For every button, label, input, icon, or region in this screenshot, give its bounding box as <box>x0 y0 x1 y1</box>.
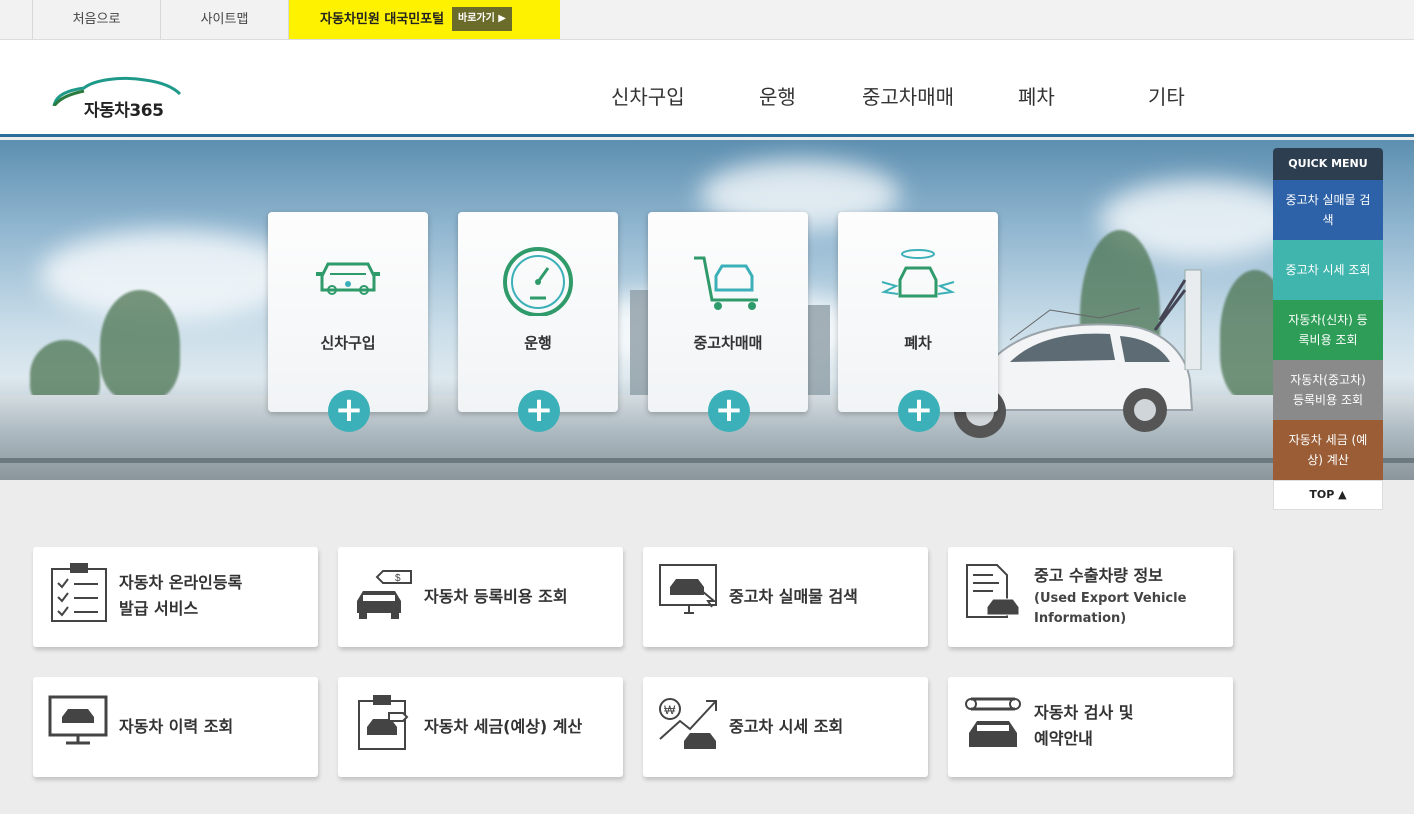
monitor-car-icon <box>48 695 108 745</box>
cloud-decoration <box>40 230 300 320</box>
won-trend-car-icon: ₩ <box>659 698 717 749</box>
banner-card-new-car[interactable]: 신차구입 + <box>268 212 428 432</box>
service-used-export-vehicle[interactable]: 중고 수출차량 정보 (Used Export Vehicle Informati… <box>948 547 1233 647</box>
card-label: 운행 <box>524 334 552 352</box>
tile-title: 자동차 이력 조회 <box>119 717 234 736</box>
angel-car-icon <box>880 249 956 298</box>
tile-title: 자동차 검사 및예약안내 <box>1034 700 1133 752</box>
svg-text:$: $ <box>395 573 401 584</box>
plus-icon[interactable]: + <box>518 390 560 432</box>
service-vehicle-inspection[interactable]: 자동차 검사 및예약안내 <box>948 677 1233 777</box>
svg-text:₩: ₩ <box>664 703 676 717</box>
home-link[interactable]: 처음으로 <box>32 0 160 39</box>
plus-icon[interactable]: + <box>708 390 750 432</box>
banner-card-scrap[interactable]: 폐차 + <box>838 212 998 432</box>
card-label: 폐차 <box>904 334 932 352</box>
card-label: 중고차매매 <box>693 334 763 352</box>
road-line-decoration <box>0 458 1414 463</box>
tile-title: 중고차 시세 조회 <box>729 717 844 736</box>
plus-icon[interactable]: + <box>898 390 940 432</box>
tile-title: 자동차 온라인등록발급 서비스 <box>119 570 242 622</box>
card-label: 신차구입 <box>320 334 376 352</box>
quick-menu-title: QUICK MENU <box>1273 148 1383 180</box>
tile-title-line2: 발급 서비스 <box>119 599 199 618</box>
tile-title: 중고 수출차량 정보 (Used Export Vehicle Informati… <box>1034 563 1233 629</box>
nav-driving[interactable]: 운행 <box>759 81 796 110</box>
quick-menu: QUICK MENU 중고차 실매물 검색 중고차 시세 조회 자동차(신차) … <box>1273 148 1383 510</box>
portal-banner[interactable]: 자동차민원 대국민포털 바로가기 ▶ <box>289 0 560 39</box>
cart-car-icon <box>694 256 758 310</box>
tile-title-line2: 예약안내 <box>1034 729 1093 748</box>
banner-card-used-car[interactable]: 중고차매매 + <box>648 212 808 432</box>
nav-new-car[interactable]: 신차구입 <box>611 81 685 110</box>
nav-used-car[interactable]: 중고차매매 <box>862 81 954 110</box>
top-button[interactable]: TOP ▲ <box>1273 480 1383 510</box>
quick-tax-calc[interactable]: 자동차 세금 (예상) 계산 <box>1273 420 1383 480</box>
quick-used-car-price[interactable]: 중고차 시세 조회 <box>1273 240 1383 300</box>
service-used-car-price[interactable]: ₩ 중고차 시세 조회 <box>643 677 928 777</box>
tile-title: 자동차 세금(예상) 계산 <box>424 717 583 736</box>
car-price-tag-icon: $ <box>357 570 412 619</box>
nav-scrap[interactable]: 폐차 <box>1018 81 1055 110</box>
site-logo[interactable]: 자동차365 <box>50 76 185 126</box>
logo-text: 자동차365 <box>84 101 164 121</box>
quick-used-car-search[interactable]: 중고차 실매물 검색 <box>1273 180 1383 240</box>
service-registration-cost[interactable]: $ 자동차 등록비용 조회 <box>338 547 623 647</box>
document-car-icon <box>966 564 1020 618</box>
utility-bar: 처음으로 사이트맵 자동차민원 대국민포털 바로가기 ▶ <box>0 0 1414 40</box>
nav-etc[interactable]: 기타 <box>1148 81 1185 110</box>
clipboard-car-tag-icon <box>358 695 409 750</box>
tile-title-line1: 중고 수출차량 정보 <box>1034 566 1163 585</box>
tile-title-line1: 자동차 검사 및 <box>1034 703 1134 722</box>
service-tax-calculation[interactable]: 자동차 세금(예상) 계산 <box>338 677 623 777</box>
new-car-icon <box>316 262 380 295</box>
plus-icon[interactable]: + <box>328 390 370 432</box>
service-vehicle-history[interactable]: 자동차 이력 조회 <box>33 677 318 777</box>
tree-decoration <box>100 290 180 400</box>
tile-title: 중고차 실매물 검색 <box>729 587 858 606</box>
tile-subtitle: (Used Export Vehicle Information) <box>1034 591 1187 626</box>
site-header: 자동차365 신차구입 운행 중고차매매 폐차 기타 <box>0 40 1414 137</box>
portal-go-button[interactable]: 바로가기 ▶ <box>452 7 512 31</box>
service-online-registration[interactable]: 자동차 온라인등록발급 서비스 <box>33 547 318 647</box>
hero-banner: 신차구입 + 운행 + 중고차매매 + 폐차 + <box>0 140 1414 480</box>
tile-title: 자동차 등록비용 조회 <box>424 587 568 606</box>
service-used-car-search[interactable]: 중고차 실매물 검색 <box>643 547 928 647</box>
wrench-car-icon <box>965 697 1021 747</box>
banner-card-driving[interactable]: 운행 + <box>458 212 618 432</box>
quick-used-car-reg-cost[interactable]: 자동차(중고차) 등록비용 조회 <box>1273 360 1383 420</box>
portal-label: 자동차민원 대국민포털 <box>320 12 445 27</box>
clipboard-checklist-icon <box>51 563 107 622</box>
monitor-car-search-icon <box>659 564 717 614</box>
sitemap-link[interactable]: 사이트맵 <box>160 0 289 39</box>
tile-title-line1: 자동차 온라인등록 <box>119 573 243 592</box>
quick-new-car-reg-cost[interactable]: 자동차(신차) 등록비용 조회 <box>1273 300 1383 360</box>
speedometer-icon <box>503 247 573 316</box>
charger-station-icon <box>1153 269 1202 370</box>
